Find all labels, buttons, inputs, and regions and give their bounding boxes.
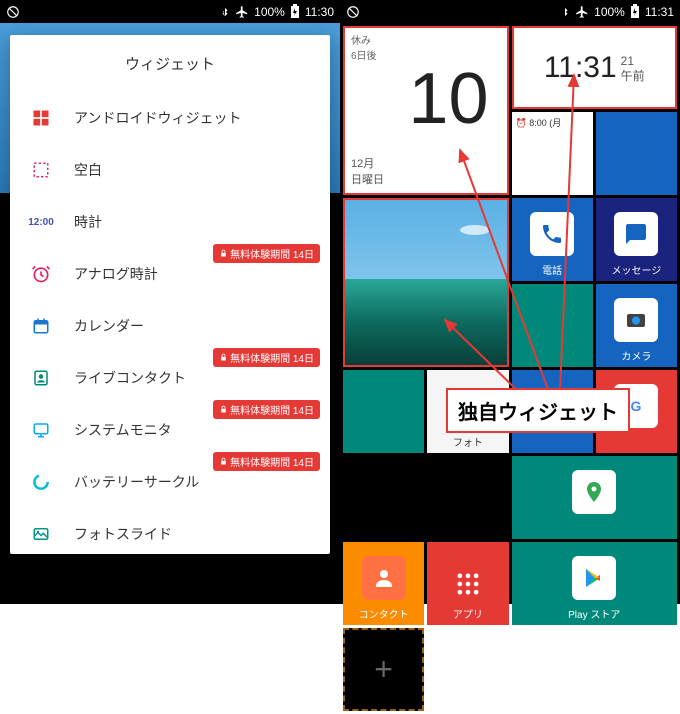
status-time: 11:31 <box>645 5 674 19</box>
widget-item-calendar[interactable]: カレンダー <box>10 300 330 352</box>
widget-item-battery-circle[interactable]: バッテリーサークル無料体験期間 14日 <box>10 456 330 508</box>
widget-item-label: ライブコンタクト <box>74 368 310 388</box>
alarm-icon <box>30 263 52 285</box>
playstore-label: Play ストア <box>568 606 620 621</box>
widget-item-label: アンドロイドウィジェット <box>74 108 310 128</box>
contact-icon <box>30 367 52 389</box>
widget-item-label: フォトスライド <box>74 524 310 544</box>
bluetooth-icon <box>220 5 230 19</box>
contact-icon <box>372 566 396 590</box>
maps-tile[interactable] <box>512 456 678 539</box>
widget-item-label: 時計 <box>74 212 310 232</box>
battery-icon <box>630 4 640 19</box>
annotation-arrows <box>340 20 680 450</box>
no-sim-icon <box>6 5 20 19</box>
widget-item-photo[interactable]: フォトスライド <box>10 508 330 554</box>
maps-icon <box>582 480 606 504</box>
widget-panel-title: ウィジェット <box>10 35 330 92</box>
airplane-icon <box>235 5 249 19</box>
apps-label: アプリ <box>453 606 483 621</box>
widget-item-label: カレンダー <box>74 316 310 336</box>
playstore-icon <box>582 566 606 590</box>
add-tile-button[interactable]: + <box>343 628 424 711</box>
bluetooth-icon <box>560 5 570 19</box>
no-sim-icon <box>346 5 360 19</box>
widget-item-android-widget[interactable]: アンドロイドウィジェット <box>10 92 330 144</box>
widget-item-label: アナログ時計 <box>74 264 310 284</box>
monitor-icon <box>30 419 52 441</box>
widget-item-alarm[interactable]: アナログ時計無料体験期間 14日 <box>10 248 330 300</box>
battery-icon <box>290 4 300 19</box>
widget-item-label: 空白 <box>74 160 310 180</box>
widget-item-blank[interactable]: 空白 <box>10 144 330 196</box>
battery-pct: 100% <box>594 5 625 19</box>
status-time: 11:30 <box>305 5 334 19</box>
widget-list-panel: ウィジェット アンドロイドウィジェット空白12:00時計アナログ時計無料体験期間… <box>10 35 330 554</box>
widget-item-clock-digital[interactable]: 12:00 時計 <box>10 196 330 248</box>
contact-label: コンタクト <box>359 606 409 621</box>
plus-icon: + <box>374 651 393 688</box>
widget-item-label: バッテリーサークル <box>74 472 310 492</box>
widget-item-label: システムモニタ <box>74 420 310 440</box>
calendar-icon <box>30 315 52 337</box>
battery-pct: 100% <box>254 5 285 19</box>
contact-tile[interactable]: コンタクト <box>343 542 424 625</box>
widget-item-monitor[interactable]: システムモニタ無料体験期間 14日 <box>10 404 330 456</box>
blank-icon <box>30 159 52 181</box>
battery-circle-icon <box>30 471 52 493</box>
android-widget-icon <box>30 107 52 129</box>
trial-badge: 無料体験期間 14日 <box>213 452 320 471</box>
trial-badge: 無料体験期間 14日 <box>213 348 320 367</box>
annotation-label: 独自ウィジェット <box>446 388 630 433</box>
left-phone: 100% 11:30 ウィジェット アンドロイドウィジェット空白 12:00 時計ア… <box>0 0 340 604</box>
playstore-tile[interactable]: Play ストア <box>512 542 678 625</box>
trial-badge: 無料体験期間 14日 <box>213 400 320 419</box>
status-bar-left: 100% 11:30 <box>0 0 340 23</box>
trial-badge: 無料体験期間 14日 <box>213 244 320 263</box>
airplane-icon <box>575 5 589 19</box>
apps-grid-icon <box>454 570 482 598</box>
apps-tile[interactable]: アプリ <box>427 542 508 625</box>
photo-icon <box>30 523 52 545</box>
widget-item-contact[interactable]: ライブコンタクト無料体験期間 14日 <box>10 352 330 404</box>
clock-digital-icon: 12:00 <box>30 211 52 233</box>
